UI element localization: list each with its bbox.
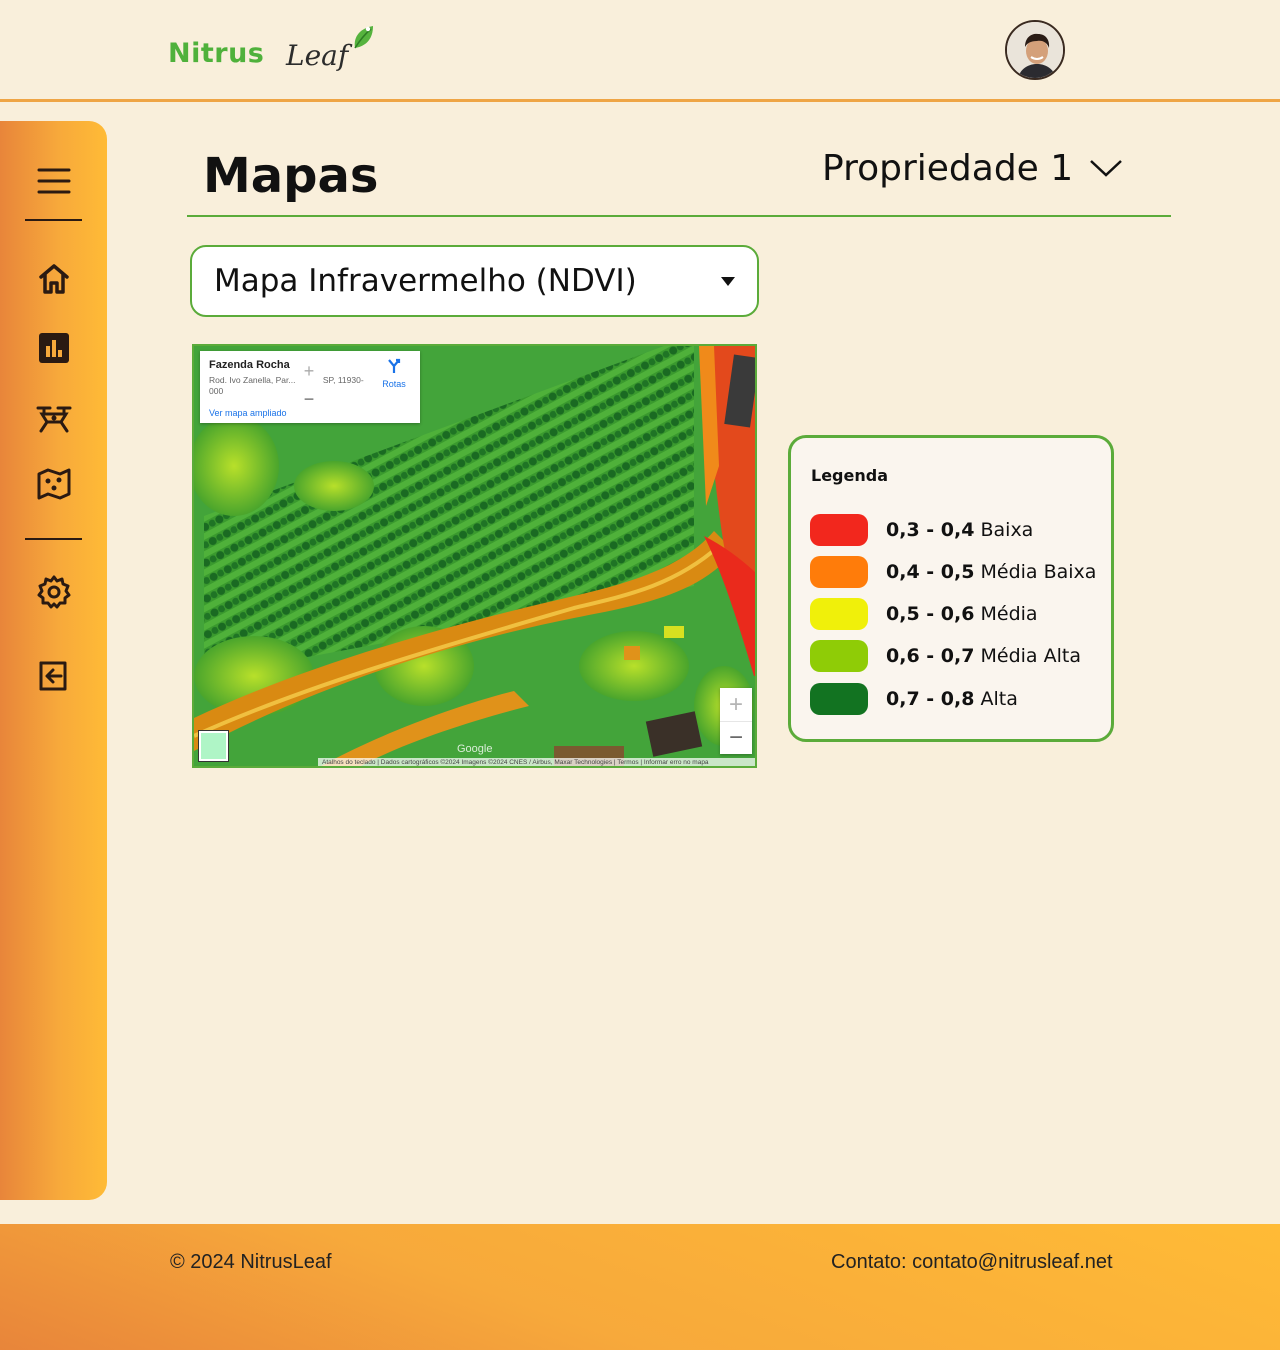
ndvi-map[interactable]: Fazenda Rocha Rod. Ivo Zanella, Par... -… xyxy=(192,344,757,768)
leaf-icon xyxy=(354,26,373,49)
legend-range: 0,3 - 0,4 xyxy=(886,519,975,541)
legend-panel: Legenda 0,3 - 0,4 Baixa 0,4 - 0,5 Média B… xyxy=(788,435,1114,742)
legend-swatch xyxy=(810,683,868,715)
legend-title: Legenda xyxy=(811,466,888,485)
page-title: Mapas xyxy=(203,148,379,204)
google-watermark: Google xyxy=(457,743,493,755)
mini-zoom-out-button[interactable]: − xyxy=(296,385,322,413)
place-address: Rod. Ivo Zanella, Par... -Açu - SP, 1193… xyxy=(209,375,364,396)
legend-swatch xyxy=(810,514,868,546)
home-icon[interactable] xyxy=(34,259,74,299)
logo-text-nitrus: Nitrus xyxy=(168,38,265,69)
legend-label: 0,5 - 0,6 Média xyxy=(886,603,1038,625)
legend-item: 0,4 - 0,5 Média Baixa xyxy=(810,556,1096,588)
property-select[interactable]: Propriedade 1 xyxy=(822,144,1123,192)
bar-chart-icon[interactable] xyxy=(34,328,74,368)
legend-range: 0,4 - 0,5 xyxy=(886,561,975,583)
legend-item: 0,7 - 0,8 Alta xyxy=(810,683,1018,715)
zoom-in-button[interactable]: + xyxy=(720,688,752,721)
place-name: Fazenda Rocha xyxy=(209,359,290,371)
legend-range: 0,5 - 0,6 xyxy=(886,603,975,625)
legend-item: 0,6 - 0,7 Média Alta xyxy=(810,640,1081,672)
map-type-select[interactable]: Mapa Infravermelho (NDVI) xyxy=(190,245,759,317)
mini-zoom-control: + − xyxy=(296,357,322,413)
zoom-control: + − xyxy=(720,688,752,754)
legend-label: 0,7 - 0,8 Alta xyxy=(886,688,1018,710)
property-select-value: Propriedade 1 xyxy=(822,147,1074,189)
logout-icon[interactable] xyxy=(34,656,74,696)
legend-level: Média xyxy=(980,603,1038,625)
footer: © 2024 NitrusLeaf Contato: contato@nitru… xyxy=(0,1224,1280,1350)
sidebar-divider xyxy=(25,219,82,221)
directions-icon xyxy=(388,358,401,373)
avatar-photo xyxy=(1007,22,1063,78)
place-info-card: Fazenda Rocha Rod. Ivo Zanella, Par... -… xyxy=(200,351,420,423)
sidebar-divider xyxy=(25,538,82,540)
chevron-down-icon xyxy=(1090,160,1123,177)
routes-button[interactable]: Rotas xyxy=(378,358,410,389)
routes-label: Rotas xyxy=(382,379,406,389)
mini-zoom-in-button[interactable]: + xyxy=(296,357,322,385)
legend-swatch xyxy=(810,598,868,630)
legend-item: 0,3 - 0,4 Baixa xyxy=(810,514,1033,546)
menu-icon[interactable] xyxy=(34,161,74,201)
legend-label: 0,3 - 0,4 Baixa xyxy=(886,519,1033,541)
legend-swatch xyxy=(810,640,868,672)
sidebar xyxy=(0,121,107,1200)
map-type-select-value: Mapa Infravermelho (NDVI) xyxy=(214,263,637,299)
footer-copyright: © 2024 NitrusLeaf xyxy=(170,1251,332,1273)
legend-level: Média Baixa xyxy=(980,561,1097,583)
user-avatar[interactable] xyxy=(1005,20,1065,80)
logo-text-leaf: Leaf xyxy=(286,39,349,72)
title-divider xyxy=(187,215,1171,217)
footer-contact[interactable]: Contato: contato@nitrusleaf.net xyxy=(831,1251,1113,1274)
legend-level: Média Alta xyxy=(980,645,1081,667)
legend-level: Baixa xyxy=(980,519,1034,541)
map-attribution: Atalhos do teclado | Dados cartográficos… xyxy=(318,758,755,766)
zoom-out-button[interactable]: − xyxy=(720,721,752,754)
legend-label: 0,4 - 0,5 Média Baixa xyxy=(886,561,1096,583)
legend-range: 0,7 - 0,8 xyxy=(886,688,975,710)
legend-range: 0,6 - 0,7 xyxy=(886,645,975,667)
header: Nitrus Leaf xyxy=(0,0,1280,102)
legend-swatch xyxy=(810,556,868,588)
nitrusleaf-logo[interactable]: Nitrus Leaf xyxy=(168,24,378,74)
map-icon[interactable] xyxy=(34,464,74,504)
gear-icon[interactable] xyxy=(34,572,74,612)
layer-toggle-button[interactable] xyxy=(199,731,228,761)
drone-icon[interactable] xyxy=(34,399,74,439)
legend-item: 0,5 - 0,6 Média xyxy=(810,598,1038,630)
legend-level: Alta xyxy=(980,688,1018,710)
legend-label: 0,6 - 0,7 Média Alta xyxy=(886,645,1081,667)
larger-map-link[interactable]: Ver mapa ampliado xyxy=(209,408,287,418)
caret-down-icon xyxy=(721,276,735,286)
